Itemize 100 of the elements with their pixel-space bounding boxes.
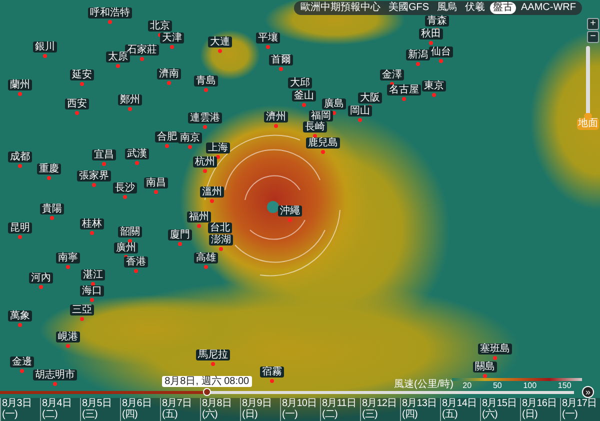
city-label[interactable]: 溫州 (200, 186, 224, 198)
city-label[interactable]: 北京 (148, 20, 172, 32)
location-dot-icon (170, 45, 174, 49)
city-label[interactable]: 金邊 (10, 356, 34, 368)
city-label[interactable]: 武漢 (125, 148, 149, 160)
city-label[interactable]: 金澤 (380, 70, 404, 80)
city-label[interactable]: 連雲港 (188, 112, 222, 124)
city-label[interactable]: 長崎 (303, 122, 327, 132)
location-dot-icon (178, 242, 182, 246)
city-label[interactable]: 廈門 (168, 230, 192, 240)
city-label[interactable]: 貴陽 (40, 204, 64, 214)
city-label[interactable]: 延安 (70, 70, 94, 80)
zoom-in-button[interactable]: + (587, 18, 599, 30)
city-label[interactable]: 廣島 (322, 98, 346, 110)
city-label[interactable]: 新潟 (406, 50, 430, 60)
city-label[interactable]: 成都 (8, 152, 32, 162)
location-dot-icon (167, 81, 171, 85)
day-tab[interactable]: 8月4日 (二) (40, 398, 80, 421)
city-label[interactable]: 首爾 (269, 54, 293, 66)
city-label[interactable]: 西安 (65, 98, 89, 110)
city-label[interactable]: 合肥 (155, 132, 179, 142)
day-tab[interactable]: 8月16日 (日) (520, 398, 560, 421)
city-label[interactable]: 東京 (422, 80, 446, 92)
city-label[interactable]: 南京 (178, 132, 202, 144)
city-label[interactable]: 平壤 (256, 32, 280, 44)
city-label[interactable]: 海口 (80, 286, 104, 296)
city-label[interactable]: 呼和浩特 (88, 8, 132, 18)
city-label[interactable]: 大連 (208, 36, 232, 48)
day-tab[interactable]: 8月6日 (四) (120, 398, 160, 421)
city-label[interactable]: 三亞 (70, 304, 94, 316)
city-label[interactable]: 福州 (187, 212, 211, 222)
city-label[interactable]: 關島 (473, 362, 497, 372)
city-label[interactable]: 仙台 (429, 46, 453, 58)
city-label[interactable]: 大邱 (288, 78, 312, 88)
city-label[interactable]: 宿霧 (260, 366, 284, 378)
city-label[interactable]: 蘭州 (8, 80, 32, 90)
day-tab[interactable]: 8月12日 (三) (360, 398, 400, 421)
city-label[interactable]: 鹿兒島 (306, 138, 340, 148)
day-tab[interactable]: 8月3日 (一) (0, 398, 40, 421)
city-label[interactable]: 南昌 (144, 178, 168, 188)
city-label[interactable]: 昆明 (8, 222, 32, 234)
city-label[interactable]: 張家界 (77, 170, 111, 182)
city-label[interactable]: 峴港 (56, 332, 80, 342)
model-tab[interactable]: AAMC-WRF (518, 2, 579, 14)
city-label[interactable]: 濟南 (157, 68, 181, 80)
city-label[interactable]: 秋田 (419, 28, 443, 40)
city-label[interactable]: 大阪 (358, 92, 382, 104)
location-dot-icon (90, 298, 94, 302)
city-label[interactable]: 長沙 (113, 182, 137, 194)
city-label[interactable]: 南寧 (56, 252, 80, 264)
zoom-out-button[interactable]: − (587, 31, 599, 43)
city-label[interactable]: 太原 (106, 52, 130, 62)
city-label[interactable]: 青森 (425, 16, 449, 26)
city-label[interactable]: 重慶 (37, 164, 61, 174)
location-dot-icon (429, 41, 433, 45)
location-dot-icon (188, 145, 192, 149)
city-label[interactable]: 湛江 (81, 270, 105, 280)
city-label[interactable]: 名古屋 (387, 84, 421, 96)
day-tab[interactable]: 8月14日 (五) (440, 398, 480, 421)
city-label[interactable]: 廣州 (114, 242, 138, 254)
model-tab[interactable]: 伏羲 (462, 2, 488, 14)
day-tab[interactable]: 8月11日 (二) (320, 398, 360, 421)
location-dot-icon (39, 285, 43, 289)
city-label[interactable]: 澎湖 (209, 234, 233, 246)
city-label[interactable]: 桂林 (80, 218, 104, 230)
altitude-slider-track[interactable] (586, 46, 590, 116)
day-tab[interactable]: 8月15日 (六) (480, 398, 520, 421)
day-tab[interactable]: 8月10日 (一) (280, 398, 320, 421)
city-label[interactable]: 上海 (206, 142, 230, 154)
city-label[interactable]: 香港 (124, 256, 148, 268)
day-tab[interactable]: 8月17日 (一) (560, 398, 600, 421)
day-tab[interactable]: 8月5日 (三) (80, 398, 120, 421)
day-tab[interactable]: 8月8日 (六) (200, 398, 240, 421)
city-label[interactable]: 韶關 (118, 226, 142, 238)
altitude-slider-thumb[interactable] (584, 113, 592, 119)
city-label[interactable]: 岡山 (348, 106, 372, 116)
city-label[interactable]: 青島 (194, 76, 218, 86)
day-tab[interactable]: 8月9日 (日) (240, 398, 280, 421)
city-label[interactable]: 銀川 (33, 42, 57, 52)
model-tab[interactable]: 盤古 (490, 2, 516, 14)
city-label[interactable]: 河內 (29, 272, 53, 284)
city-label[interactable]: 馬尼拉 (196, 350, 230, 360)
city-label[interactable]: 胡志明市 (33, 370, 77, 380)
city-label[interactable]: 福岡 (309, 110, 333, 122)
city-label[interactable]: 杭州 (193, 156, 217, 168)
city-label[interactable]: 沖繩 (278, 206, 302, 216)
city-label[interactable]: 塞班島 (478, 344, 512, 354)
city-label[interactable]: 鄭州 (118, 94, 142, 106)
city-label[interactable]: 萬象 (8, 310, 32, 322)
city-label[interactable]: 高雄 (194, 252, 218, 264)
city-label[interactable]: 宜昌 (92, 150, 116, 160)
city-label[interactable]: 釜山 (292, 90, 316, 102)
model-tab[interactable]: 風烏 (434, 2, 460, 14)
day-tab[interactable]: 8月13日 (四) (400, 398, 440, 421)
city-label[interactable]: 天津 (160, 32, 184, 44)
city-label[interactable]: 濟州 (264, 112, 288, 122)
model-tab[interactable]: 歐洲中期預報中心 (297, 2, 384, 14)
city-label[interactable]: 台北 (208, 222, 232, 234)
day-tab[interactable]: 8月7日 (五) (160, 398, 200, 421)
model-tab[interactable]: 美國GFS (385, 2, 432, 14)
